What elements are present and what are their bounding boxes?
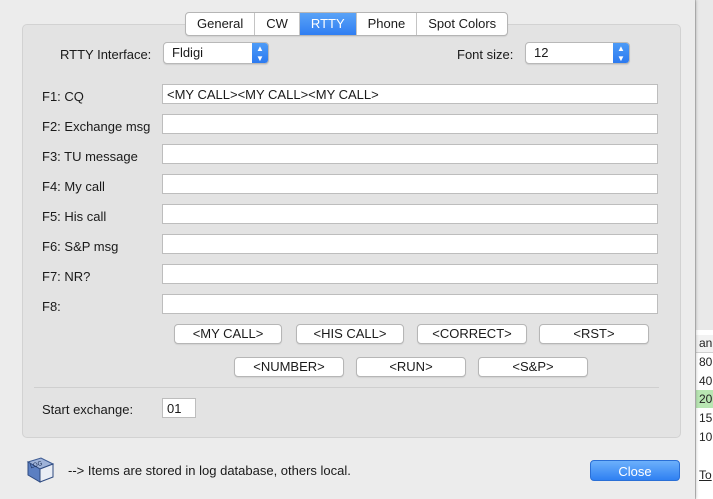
f3-field[interactable]	[162, 144, 658, 164]
macro-his-call-button[interactable]: <HIS CALL>	[296, 324, 404, 344]
close-button[interactable]: Close	[590, 460, 680, 481]
f7-label: F7: NR?	[42, 269, 91, 284]
macro-my-call-button[interactable]: <MY CALL>	[174, 324, 282, 344]
footer-note: --> Items are stored in log database, ot…	[68, 463, 351, 478]
start-exchange-label: Start exchange:	[42, 402, 134, 417]
background-window: an 80 40 20 15 10 To	[695, 0, 713, 499]
background-link[interactable]: To	[699, 468, 713, 482]
background-cell: an	[699, 336, 713, 350]
preferences-dialog: General CW RTTY Phone Spot Colors RTTY I…	[0, 0, 695, 499]
f5-label: F5: His call	[42, 209, 107, 224]
rtty-interface-value: Fldigi	[172, 45, 204, 60]
background-window-toolbar-area	[696, 0, 713, 330]
background-cell: 20	[699, 392, 713, 406]
start-exchange-field[interactable]: 01	[162, 398, 196, 418]
f2-field[interactable]	[162, 114, 658, 134]
macro-sp-button[interactable]: <S&P>	[478, 357, 588, 377]
macro-run-button[interactable]: <RUN>	[356, 357, 466, 377]
f1-label: F1: CQ	[42, 89, 84, 104]
f6-label: F6: S&P msg	[42, 239, 119, 254]
font-size-value: 12	[534, 45, 549, 60]
macro-rst-button[interactable]: <RST>	[539, 324, 649, 344]
macro-correct-button[interactable]: <CORRECT>	[417, 324, 527, 344]
f7-field[interactable]	[162, 264, 658, 284]
divider	[34, 387, 659, 388]
chevron-updown-icon: ▲ ▼	[252, 43, 268, 63]
macro-number-button[interactable]: <NUMBER>	[234, 357, 344, 377]
background-cell: 80	[699, 355, 713, 369]
f5-field[interactable]	[162, 204, 658, 224]
font-size-label: Font size:	[457, 47, 514, 62]
tab-phone[interactable]: Phone	[357, 13, 418, 35]
f2-label: F2: Exchange msg	[42, 119, 151, 134]
rtty-interface-popup[interactable]: Fldigi ▲ ▼	[163, 42, 269, 64]
tab-spot-colors[interactable]: Spot Colors	[417, 13, 507, 35]
f6-field[interactable]	[162, 234, 658, 254]
font-size-popup[interactable]: 12 ▲ ▼	[525, 42, 630, 64]
f4-label: F4: My call	[42, 179, 105, 194]
f3-label: F3: TU message	[42, 149, 138, 164]
log-book-icon: LOG	[25, 456, 55, 484]
chevron-updown-icon: ▲ ▼	[613, 43, 629, 63]
tab-cw[interactable]: CW	[255, 13, 300, 35]
f8-field[interactable]	[162, 294, 658, 314]
f1-field[interactable]: <MY CALL><MY CALL><MY CALL>	[162, 84, 658, 104]
tab-general[interactable]: General	[186, 13, 256, 35]
tab-rtty[interactable]: RTTY	[299, 13, 357, 35]
background-cell: 15	[699, 411, 713, 425]
background-cell: 40	[699, 374, 713, 388]
tab-bar: General CW RTTY Phone Spot Colors	[185, 12, 509, 36]
f4-field[interactable]	[162, 174, 658, 194]
f8-label: F8:	[42, 299, 61, 314]
background-cell: 10	[699, 430, 713, 444]
rtty-interface-label: RTTY Interface:	[60, 47, 152, 62]
